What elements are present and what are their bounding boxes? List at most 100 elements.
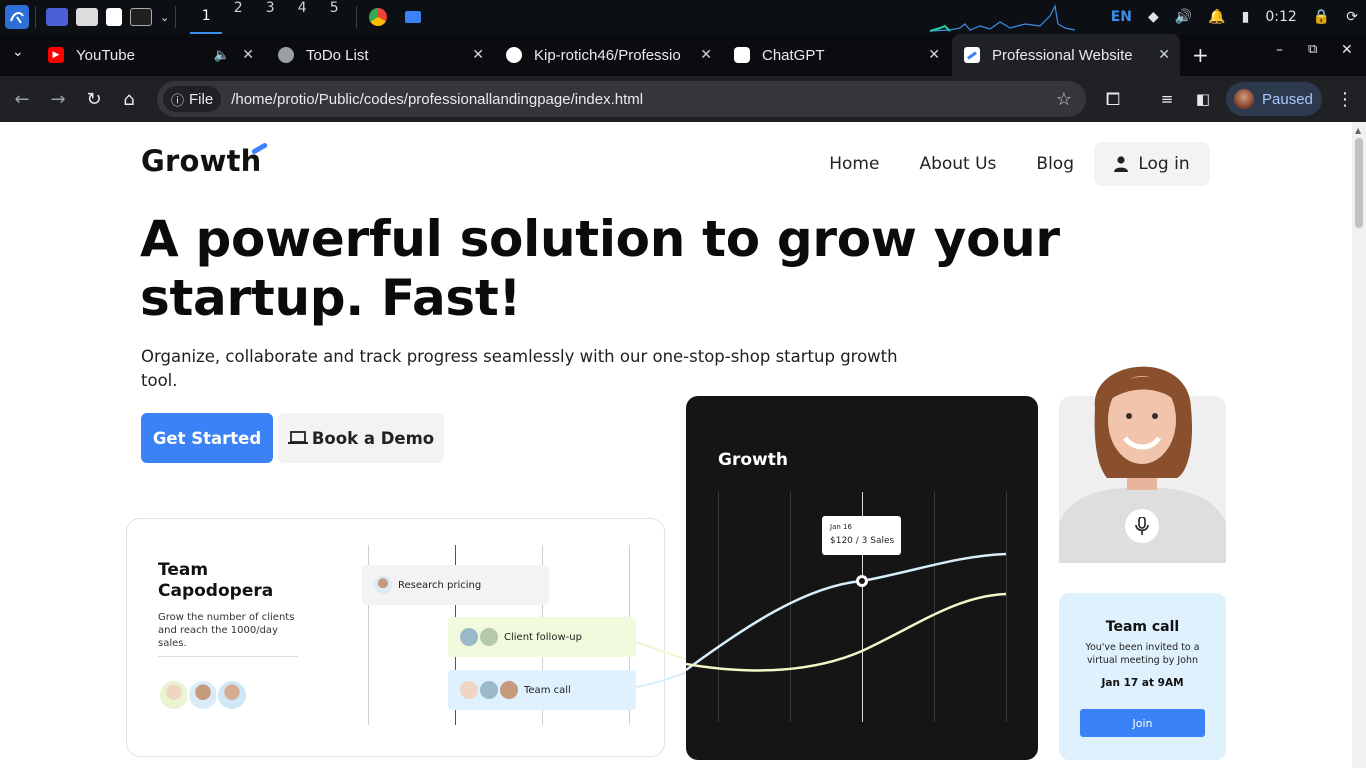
url-text[interactable]: /home/protio/Public/codes/professionalla… — [231, 91, 643, 108]
home-icon[interactable]: ⌂ — [118, 88, 140, 110]
tab-professional-website[interactable]: Professional Website ✕ — [952, 34, 1180, 76]
nav-home[interactable]: Home — [829, 154, 879, 174]
hero-title: A powerful solution to grow your startup… — [140, 210, 1060, 327]
tab-title: Kip-rotich46/Professio — [534, 46, 681, 64]
growth-card: Growth Jan 16 $120 / 3 Sales — [686, 396, 1038, 760]
scroll-up-icon[interactable]: ▲ — [1355, 126, 1361, 135]
scrollbar-thumb[interactable] — [1355, 138, 1363, 228]
kali-menu-icon[interactable] — [5, 5, 29, 29]
minimize-icon[interactable]: – — [1276, 42, 1283, 58]
nav-blog[interactable]: Blog — [1036, 154, 1074, 174]
close-window-icon[interactable]: ✕ — [1341, 42, 1353, 58]
tab-todo[interactable]: ToDo List ✕ — [266, 34, 494, 76]
chrome-task-icon[interactable] — [369, 8, 388, 26]
team-call-card: Team call You've been invited to a virtu… — [1059, 593, 1226, 760]
hero-subtitle: Organize, collaborate and track progress… — [141, 347, 898, 390]
team-card-description: Grow the number of clients and reach the… — [158, 612, 295, 649]
workspace-1[interactable]: 1 — [190, 0, 223, 34]
keyboard-layout[interactable]: EN — [1111, 9, 1132, 25]
site-info-chip[interactable]: ⓘ File — [163, 86, 222, 112]
battery-icon[interactable]: ▮ — [1242, 9, 1250, 25]
kebab-menu-icon[interactable]: ⋮ — [1334, 88, 1356, 110]
task-label: Team call — [524, 684, 571, 696]
avatar — [374, 576, 392, 594]
folder-task-icon[interactable] — [405, 11, 422, 23]
close-icon[interactable]: ✕ — [928, 47, 940, 63]
forward-icon[interactable]: → — [47, 88, 69, 110]
nav-about[interactable]: About Us — [919, 154, 996, 174]
tab-title: YouTube — [76, 46, 135, 64]
task-pill: Team call — [448, 670, 636, 710]
workspace-list: 1 2 3 4 5 — [190, 0, 350, 34]
tab-title: ToDo List — [306, 46, 369, 64]
close-icon[interactable]: ✕ — [242, 47, 254, 63]
avatar — [480, 628, 498, 646]
close-icon[interactable]: ✕ — [700, 47, 712, 63]
chevron-down-icon[interactable]: ⌄ — [160, 11, 169, 24]
call-date: Jan 17 at 9AM — [1101, 677, 1184, 689]
close-icon[interactable]: ✕ — [472, 47, 484, 63]
microphone-button[interactable] — [1125, 509, 1159, 543]
audio-playing-icon[interactable]: 🔈 — [214, 48, 230, 63]
chatgpt-icon — [734, 47, 750, 63]
extensions-icon[interactable]: ⧠ — [1102, 88, 1124, 110]
wifi-icon[interactable]: ◆ — [1148, 9, 1159, 25]
tooltip-value: $120 / 3 Sales — [830, 536, 895, 546]
panel-separator — [175, 6, 177, 28]
avatar — [500, 681, 518, 699]
workspace-4[interactable]: 4 — [286, 0, 318, 34]
workspace-switcher-icon[interactable] — [46, 8, 68, 26]
github-icon — [506, 47, 522, 63]
lock-icon[interactable]: 🔒 — [1313, 9, 1330, 25]
tab-youtube[interactable]: ▶ YouTube 🔈 ✕ — [36, 34, 264, 76]
file-manager-icon[interactable] — [76, 8, 98, 26]
bookmark-star-icon[interactable]: ☆ — [1056, 89, 1072, 110]
tab-title: ChatGPT — [762, 46, 825, 64]
tab-github[interactable]: Kip-rotich46/Professio ✕ — [494, 34, 722, 76]
profile-button[interactable]: Paused — [1226, 82, 1322, 116]
back-icon[interactable]: ← — [11, 88, 33, 110]
media-controls-icon[interactable]: ≡ — [1156, 88, 1178, 110]
page-scrollbar[interactable]: ▲ — [1352, 122, 1366, 768]
text-editor-icon[interactable] — [106, 8, 122, 26]
avatar — [187, 679, 219, 711]
new-tab-icon[interactable]: + — [1192, 43, 1209, 67]
task-pill: Client follow-up — [448, 617, 636, 657]
workspace-3[interactable]: 3 — [254, 0, 286, 34]
terminal-icon[interactable] — [130, 8, 152, 26]
power-icon[interactable]: ⟳ — [1346, 9, 1358, 25]
join-button[interactable]: Join — [1080, 709, 1205, 737]
clock[interactable]: 0:12 — [1265, 9, 1296, 25]
panel-separator — [356, 6, 358, 28]
workspace-2[interactable]: 2 — [222, 0, 254, 34]
get-started-button[interactable]: Get Started — [141, 413, 273, 463]
site-logo[interactable]: Growth — [141, 144, 262, 178]
tab-search-icon[interactable]: ⌄ — [12, 44, 24, 60]
workspace-5[interactable]: 5 — [318, 0, 350, 34]
panel-separator — [35, 6, 36, 28]
call-text: You've been invited to a virtual meeting… — [1085, 642, 1200, 666]
reload-icon[interactable]: ↻ — [83, 88, 105, 110]
laptop-icon — [287, 431, 308, 444]
team-card-title: Team Capodopera — [158, 560, 274, 601]
address-bar[interactable]: ⓘ File /home/protio/Public/codes/profess… — [157, 81, 1086, 117]
chart-tooltip: Jan 16 $120 / 3 Sales — [822, 516, 901, 555]
browser-tab-bar: ⌄ ▶ YouTube 🔈 ✕ ToDo List ✕ Kip-rotich46… — [0, 34, 1366, 76]
globe-icon — [278, 47, 294, 63]
youtube-icon: ▶ — [48, 47, 64, 63]
avatar — [480, 681, 498, 699]
login-button[interactable]: Log in — [1094, 142, 1210, 186]
volume-icon[interactable]: 🔊 — [1175, 9, 1192, 25]
maximize-icon[interactable]: ⧉ — [1308, 42, 1317, 57]
task-label: Research pricing — [398, 579, 482, 591]
close-icon[interactable]: ✕ — [1158, 47, 1170, 63]
tab-chatgpt[interactable]: ChatGPT ✕ — [722, 34, 950, 76]
microphone-icon — [1135, 517, 1149, 535]
book-demo-button[interactable]: Book a Demo — [278, 413, 444, 463]
growth-icon — [964, 47, 980, 63]
team-card: Team Capodopera Grow the number of clien… — [126, 518, 665, 757]
side-panel-icon[interactable]: ◧ — [1192, 88, 1214, 110]
user-icon — [1114, 156, 1129, 172]
site-nav: Home About Us Blog Log in — [789, 142, 1210, 186]
notification-bell-icon[interactable]: 🔔 — [1208, 9, 1225, 25]
